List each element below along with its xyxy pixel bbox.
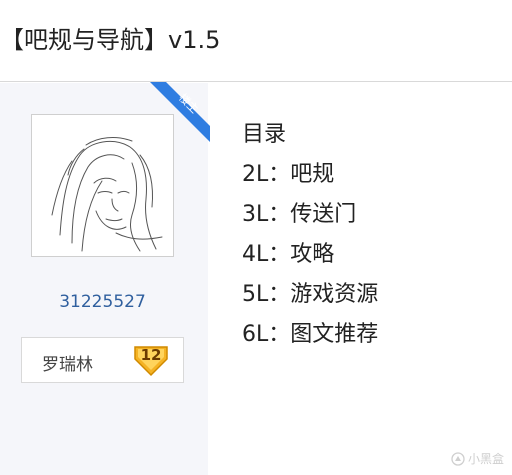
toc-item: 3L：传送门 xyxy=(242,202,357,227)
toc-item: 4L：攻略 xyxy=(242,242,335,267)
avatar[interactable] xyxy=(31,114,174,257)
toc-item: 6L：图文推荐 xyxy=(242,322,379,347)
level-box[interactable]: 罗瑞林 12 xyxy=(21,337,184,383)
watermark-text: 小黑盒 xyxy=(467,452,504,466)
op-badge-text: 楼主 xyxy=(176,90,201,115)
post-header: 【吧规与导航】v1.5 xyxy=(0,0,512,82)
watermark-logo-icon xyxy=(451,451,465,466)
author-username[interactable]: 31225527 xyxy=(0,292,205,312)
level-name: 罗瑞林 xyxy=(42,355,93,375)
level-badge-icon: 12 xyxy=(132,343,170,377)
post-title: 【吧规与导航】v1.5 xyxy=(0,26,221,54)
toc-item: 5L：游戏资源 xyxy=(242,282,379,307)
toc-heading: 目录 xyxy=(242,122,287,147)
watermark: 小黑盒 xyxy=(451,450,504,467)
level-number: 12 xyxy=(140,346,162,364)
toc: 目录 2L：吧规 3L：传送门 4L：攻略 5L：游戏资源 6L：图文推荐 xyxy=(242,120,378,360)
toc-item: 2L：吧规 xyxy=(242,162,335,187)
